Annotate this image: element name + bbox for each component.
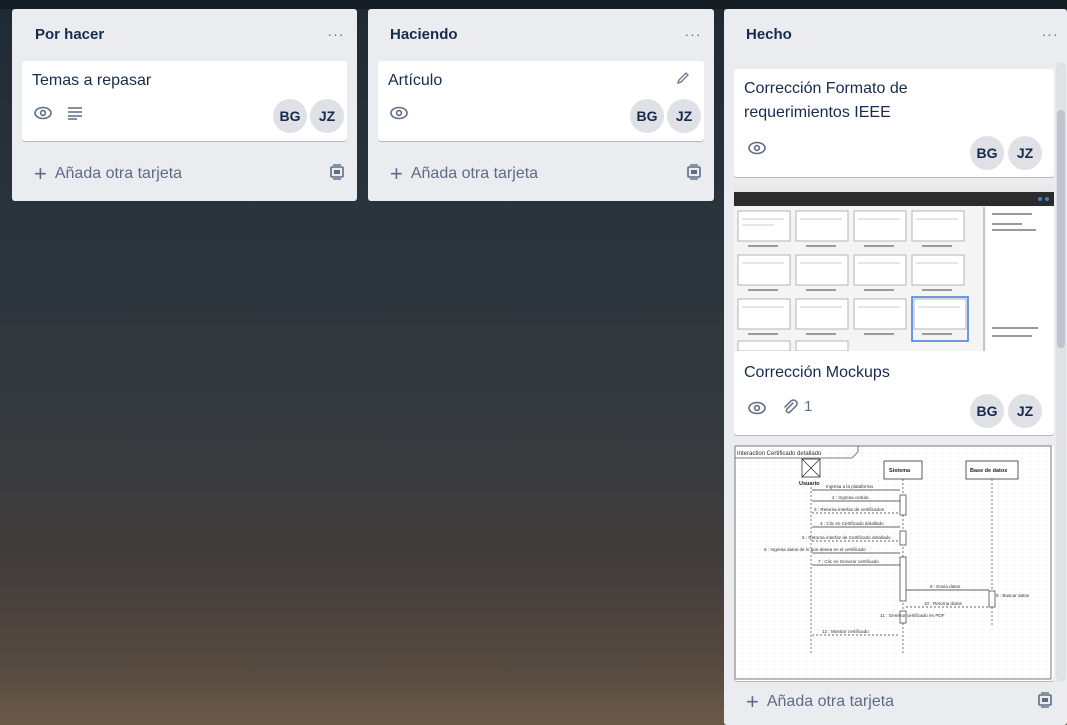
avatar-bg[interactable]: BG [970, 394, 1004, 428]
diagram-message: 4 : Clic en Certificado detallado [820, 521, 884, 526]
add-card-label: Añada otra tarjeta [54, 165, 183, 182]
diagram-message: 12 : Mostrar certificado [822, 629, 869, 634]
list-scrollbar-thumb[interactable] [1057, 110, 1065, 348]
list-menu-icon[interactable]: ··· [1039, 26, 1061, 42]
attachment-icon [782, 399, 798, 415]
description-icon [67, 106, 83, 120]
card-template-icon[interactable] [686, 163, 702, 185]
card-template-icon[interactable] [329, 163, 345, 185]
list-header[interactable]: Hecho ··· [724, 9, 1067, 59]
list-title[interactable]: Haciendo [390, 26, 682, 43]
avatar-jz[interactable]: JZ [310, 99, 344, 133]
diagram-lifeline-sistema: Sistema [889, 468, 911, 474]
plus-icon: + [746, 689, 759, 714]
eye-icon [34, 106, 52, 120]
avatar-jz[interactable]: JZ [1008, 394, 1042, 428]
list-header[interactable]: Por hacer ··· [12, 9, 357, 59]
add-card-label: Añada otra tarjeta [410, 165, 539, 182]
list-haciendo: Haciendo ··· Artículo BG JZ + Añada otra… [368, 9, 714, 201]
card-title: Temas a repasar [32, 72, 152, 89]
list-menu-icon[interactable]: ··· [325, 26, 347, 42]
list-por-hacer: Por hacer ··· Temas a repasar BG JZ + Añ… [12, 9, 357, 201]
add-card-button[interactable]: + Añada otra tarjeta [368, 154, 714, 194]
list-title[interactable]: Por hacer [35, 26, 325, 43]
diagram-message: 6 : Ingresa datos de lo que desea en el … [764, 547, 866, 552]
card-sequence-diagram[interactable]: Interaction Certificado detallado Usuari… [734, 445, 1054, 681]
list-scrollbar[interactable] [1056, 62, 1066, 682]
add-card-button[interactable]: + Añada otra tarjeta [12, 154, 357, 194]
avatar-bg[interactable]: BG [630, 99, 664, 133]
diagram-message: 9 : Buscar datos [996, 593, 1030, 598]
diagram-frame-title: Interaction Certificado detallado [737, 451, 822, 457]
eye-icon [748, 141, 766, 155]
board-header-strip [0, 0, 1067, 9]
add-card-label: Añada otra tarjeta [766, 693, 895, 710]
card-title: Corrección Mockups [744, 364, 890, 381]
card-title: Artículo [388, 72, 443, 89]
add-card-button[interactable]: + Añada otra tarjeta [724, 682, 1067, 722]
attachment-count: 1 [804, 398, 813, 415]
card-template-icon[interactable] [1037, 691, 1053, 713]
card-temas-a-repasar[interactable]: Temas a repasar BG JZ [22, 61, 347, 141]
eye-icon [748, 401, 766, 415]
diagram-actor-label: Usuario [799, 481, 820, 487]
diagram-message: 5 : Retorna interfaz de Certificado deta… [802, 535, 891, 540]
eye-icon [390, 106, 408, 120]
diagram-message: 7 : Clic en Generar certificado [818, 559, 879, 564]
diagram-message: 8 : Envia datos [930, 584, 961, 589]
avatar-bg[interactable]: BG [970, 136, 1004, 170]
list-hecho: Hecho ··· Corrección Formato de requerim… [724, 9, 1067, 725]
card-articulo[interactable]: Artículo BG JZ [378, 61, 704, 141]
diagram-lifeline-bd: Base de datos [970, 468, 1007, 474]
list-title[interactable]: Hecho [746, 26, 1039, 43]
card-correccion-formato[interactable]: Corrección Formato de requerimientos IEE… [734, 69, 1054, 177]
plus-icon: + [390, 161, 403, 186]
diagram-message: 2 : Ingresa cedula [832, 495, 869, 500]
list-header[interactable]: Haciendo ··· [368, 9, 714, 59]
avatar-jz[interactable]: JZ [1008, 136, 1042, 170]
edit-pencil-icon[interactable] [676, 71, 690, 89]
plus-icon: + [34, 161, 47, 186]
avatar-bg[interactable]: BG [273, 99, 307, 133]
list-menu-icon[interactable]: ··· [682, 26, 704, 42]
diagram-message: Ingresa a la plataforma [826, 484, 873, 489]
card-title: Corrección Formato de requerimientos IEE… [744, 80, 908, 121]
sequence-diagram-image: Interaction Certificado detallado Usuari… [734, 445, 1054, 681]
card-correccion-mockups[interactable]: Corrección Mockups 1 BG JZ [734, 185, 1054, 435]
avatar-jz[interactable]: JZ [667, 99, 701, 133]
diagram-message: 10 : Retorna datos [924, 601, 962, 606]
diagram-message: 11 : Generar certificado en PDF [880, 613, 945, 618]
diagram-message: 3 : Retorna interfaz de certificados [814, 507, 885, 512]
card-cover-mockups-screenshot [734, 185, 1054, 352]
